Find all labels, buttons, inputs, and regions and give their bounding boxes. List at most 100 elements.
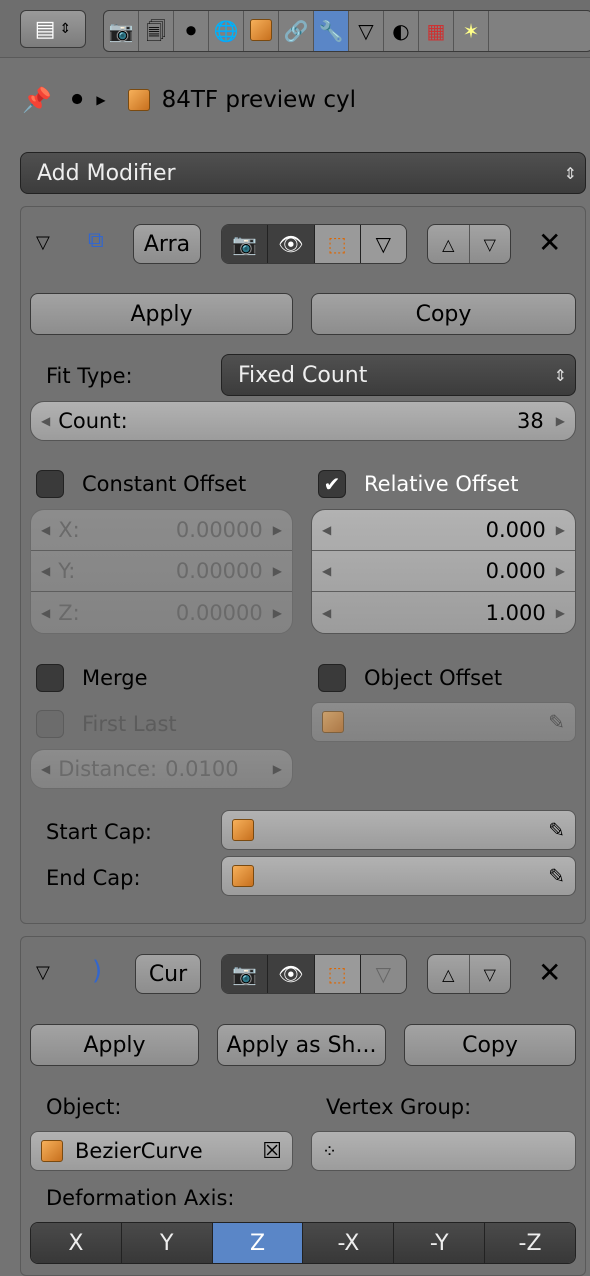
- viewport-toggle[interactable]: 👁: [268, 955, 315, 993]
- tab-object[interactable]: [244, 11, 279, 51]
- fit-type-dropdown[interactable]: Fixed Count ⇕: [221, 354, 576, 396]
- decrement-arrow-icon[interactable]: ◀: [41, 414, 50, 428]
- viewport-toggle[interactable]: 👁: [268, 225, 315, 263]
- particles-icon: ✶: [462, 19, 480, 43]
- tab-texture[interactable]: ▦: [419, 11, 454, 51]
- arrow-down-icon: ▽: [483, 234, 496, 254]
- chevron-right-icon: ▶: [96, 93, 106, 107]
- world-icon: 🌐: [213, 19, 239, 43]
- merge-distance-field[interactable]: ◀ Distance: 0.0100 ▶: [30, 749, 293, 789]
- tab-constraints[interactable]: 🔗: [279, 11, 314, 51]
- end-cap-field[interactable]: ✎: [221, 856, 576, 896]
- fit-type-value: Fixed Count: [238, 362, 368, 388]
- eye-icon: 👁: [278, 962, 304, 986]
- relative-x-field[interactable]: ◀ 0.000 ▶: [312, 510, 575, 551]
- tab-render[interactable]: 📷: [104, 11, 139, 51]
- copy-button[interactable]: Copy: [311, 293, 576, 335]
- move-down-button[interactable]: ▽: [470, 955, 511, 993]
- eyedropper-icon[interactable]: ✎: [548, 864, 565, 888]
- eyedropper-icon[interactable]: ✎: [548, 710, 565, 734]
- count-value: 38: [517, 409, 544, 433]
- cage-toggle[interactable]: ▽: [360, 955, 406, 993]
- checkbox-box: [36, 710, 64, 738]
- increment-arrow-icon: ▶: [272, 564, 282, 578]
- modifier-name-field[interactable]: Arra: [133, 224, 201, 264]
- merge-checkbox[interactable]: Merge: [36, 664, 148, 692]
- apply-button[interactable]: Apply: [30, 1024, 199, 1066]
- tab-data[interactable]: ▽: [349, 11, 384, 51]
- constant-offset-checkbox[interactable]: Constant Offset: [36, 470, 246, 498]
- increment-arrow-icon: ▶: [272, 523, 282, 537]
- increment-arrow-icon[interactable]: ▶: [556, 414, 565, 428]
- add-modifier-dropdown[interactable]: Add Modifier ⇕: [20, 152, 586, 194]
- checkbox-box: [36, 470, 64, 498]
- modifier-name-text: Arra: [143, 231, 191, 257]
- apply-as-shape-button[interactable]: Apply as Sh...: [217, 1024, 386, 1066]
- clear-icon[interactable]: ☒: [262, 1139, 282, 1164]
- editmode-icon: ⬚: [327, 962, 347, 986]
- scene-icon: ⚫: [182, 19, 200, 43]
- render-toggle[interactable]: 📷: [222, 955, 269, 993]
- apply-label: Apply: [83, 1032, 146, 1058]
- constant-x-field[interactable]: ◀ X: 0.00000 ▶: [31, 510, 292, 551]
- object-offset-checkbox[interactable]: Object Offset: [318, 664, 502, 692]
- axis-neg-y-button[interactable]: -Y: [394, 1223, 486, 1263]
- curve-object-field[interactable]: BezierCurve ☒: [30, 1131, 293, 1171]
- render-toggle[interactable]: 📷: [222, 225, 269, 263]
- object-icon: [127, 89, 150, 111]
- modifier-name-field[interactable]: Cur: [135, 954, 201, 994]
- axis-neg-z-button[interactable]: -Z: [485, 1223, 575, 1263]
- apply-button[interactable]: Apply: [30, 293, 293, 335]
- constant-y-field[interactable]: ◀ Y: 0.00000 ▶: [31, 551, 292, 592]
- close-icon[interactable]: ✕: [538, 226, 561, 259]
- close-icon[interactable]: ✕: [538, 956, 561, 989]
- increment-arrow-icon: ▶: [555, 564, 565, 578]
- pin-icon[interactable]: 📌: [22, 86, 52, 114]
- relative-z-field[interactable]: ◀ 1.000 ▶: [312, 592, 575, 633]
- collapse-triangle-icon[interactable]: ▽: [36, 962, 50, 983]
- constant-z-field[interactable]: ◀ Z: 0.00000 ▶: [31, 592, 292, 633]
- start-cap-field[interactable]: ✎: [221, 810, 576, 850]
- editmode-toggle[interactable]: ⬚: [314, 225, 361, 263]
- relative-offset-vector: ◀ 0.000 ▶ ◀ 0.000 ▶ ◀ 1.000 ▶: [311, 509, 576, 634]
- decrement-arrow-icon: ◀: [41, 564, 51, 578]
- editor-type-selector[interactable]: ▤ ⇕: [20, 10, 86, 48]
- copy-label: Copy: [462, 1032, 518, 1058]
- move-up-button[interactable]: △: [428, 955, 470, 993]
- decrement-arrow-icon: ◀: [41, 762, 51, 776]
- visibility-toggles: 📷 👁 ⬚ ▽: [221, 224, 407, 264]
- cage-toggle[interactable]: ▽: [360, 225, 406, 263]
- axis-y-button[interactable]: Y: [121, 1223, 213, 1263]
- scene-icon: ⚫: [67, 87, 87, 113]
- apply-label: Apply: [130, 301, 193, 327]
- axis-neg-x-button[interactable]: -X: [303, 1223, 395, 1263]
- constant-offset-vector: ◀ X: 0.00000 ▶ ◀ Y: 0.00000 ▶ ◀ Z: 0.00000 ▶: [30, 509, 293, 634]
- tab-world[interactable]: 🌐: [209, 11, 244, 51]
- first-last-checkbox[interactable]: First Last: [36, 710, 177, 738]
- axis-x-button[interactable]: X: [31, 1223, 122, 1263]
- tab-scene[interactable]: ⚫: [174, 11, 209, 51]
- move-up-button[interactable]: △: [428, 225, 470, 263]
- relative-offset-checkbox[interactable]: ✔ Relative Offset: [318, 470, 518, 498]
- relative-y-field[interactable]: ◀ 0.000 ▶: [312, 551, 575, 592]
- decrement-arrow-icon: ◀: [41, 523, 51, 537]
- eyedropper-icon[interactable]: ✎: [548, 818, 565, 842]
- offset-object-field[interactable]: ✎: [311, 702, 576, 742]
- object-icon: [232, 819, 254, 841]
- collapse-triangle-icon[interactable]: ▽: [36, 232, 50, 253]
- vertex-group-field[interactable]: ⁘: [311, 1131, 576, 1171]
- modifiers-wrench-icon: 🔧: [318, 19, 344, 43]
- tab-particles[interactable]: ✶: [454, 11, 489, 51]
- y-value: 0.000: [485, 559, 546, 583]
- mesh-triangle-icon: ▽: [375, 232, 392, 256]
- copy-button[interactable]: Copy: [404, 1024, 576, 1066]
- axis-z-button[interactable]: Z: [212, 1223, 304, 1263]
- chevron-updown-icon: ⇕: [553, 365, 567, 385]
- tab-render-layers[interactable]: 🗐: [139, 11, 174, 51]
- count-field[interactable]: ◀ Count: 38 ▶: [30, 401, 576, 441]
- move-down-button[interactable]: ▽: [470, 225, 511, 263]
- tab-modifiers[interactable]: 🔧: [314, 11, 349, 51]
- editmode-toggle[interactable]: ⬚: [314, 955, 361, 993]
- end-cap-label: End Cap:: [46, 866, 141, 890]
- tab-material[interactable]: ◐: [384, 11, 419, 51]
